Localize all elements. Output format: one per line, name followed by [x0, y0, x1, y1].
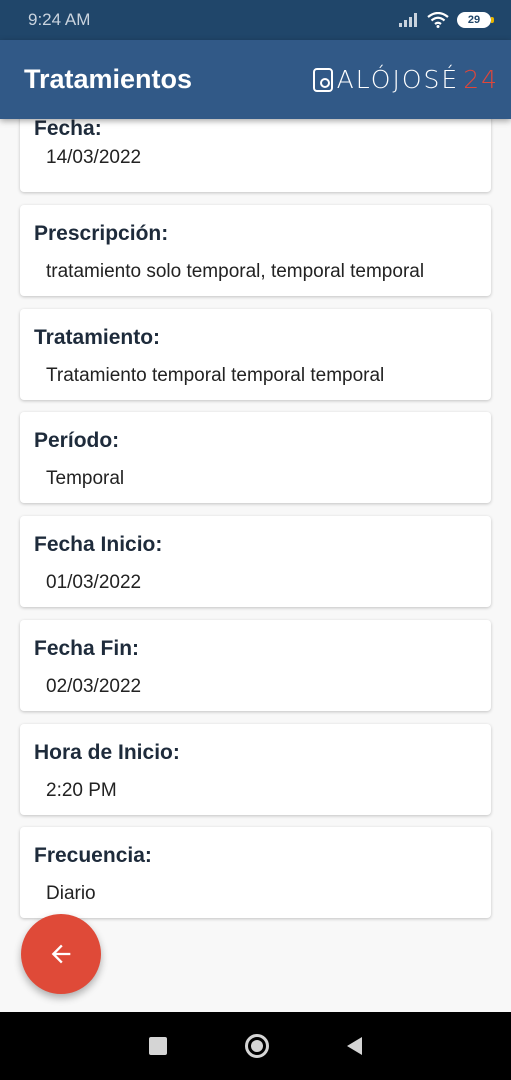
page-title: Tratamientos	[24, 64, 193, 94]
field-label: Fecha:	[34, 119, 102, 140]
field-label: Prescripción:	[34, 222, 169, 245]
field-label: Período:	[34, 429, 120, 452]
field-label: Frecuencia:	[34, 844, 152, 867]
field-card-tratamiento: Tratamiento: Tratamiento temporal tempor…	[20, 309, 491, 400]
brand-accent: 24	[463, 65, 499, 94]
field-card-fecha-inicio: Fecha Inicio: 01/03/2022	[20, 516, 491, 607]
brand-name: ALÓJOSÉ	[336, 65, 460, 94]
field-label: Fecha Inicio:	[34, 533, 163, 556]
app-bar: Tratamientos ALÓJOSÉ 24	[0, 40, 511, 119]
back-button[interactable]	[347, 1037, 362, 1055]
field-card-periodo: Período: Temporal	[20, 412, 491, 503]
battery-icon: 29	[457, 12, 494, 28]
field-value: 01/03/2022	[46, 572, 142, 593]
field-value: Tratamiento temporal temporal temporal	[46, 365, 385, 386]
field-value: 02/03/2022	[46, 676, 142, 697]
field-value: Diario	[46, 883, 96, 904]
field-card-prescripcion: Prescripción: tratamiento solo temporal,…	[20, 205, 491, 296]
system-nav-bar	[0, 1012, 511, 1080]
brand-logo: ALÓJOSÉ 24	[312, 65, 499, 94]
back-fab-button[interactable]	[21, 914, 101, 994]
wifi-icon	[427, 12, 449, 28]
field-card-frecuencia: Frecuencia: Diario	[20, 827, 491, 918]
arrow-left-icon	[51, 944, 71, 964]
field-value: 14/03/2022	[46, 147, 142, 168]
field-value: tratamiento solo temporal, temporal temp…	[46, 261, 425, 282]
field-card-fecha: Fecha: 14/03/2022	[20, 119, 491, 192]
field-card-hora-inicio: Hora de Inicio: 2:20 PM	[20, 724, 491, 815]
signal-icon	[399, 13, 417, 27]
detail-list[interactable]: Fecha: 14/03/2022 Prescripción: tratamie…	[0, 119, 511, 1012]
status-time: 9:24 AM	[28, 10, 91, 29]
status-icons: 29	[399, 12, 494, 28]
recents-button[interactable]	[149, 1037, 167, 1055]
stethoscope-icon	[312, 67, 333, 92]
status-bar: 9:24 AM 29	[0, 0, 511, 40]
field-value: Temporal	[46, 468, 125, 489]
home-button[interactable]	[245, 1034, 269, 1058]
field-card-fecha-fin: Fecha Fin: 02/03/2022	[20, 620, 491, 711]
battery-level: 29	[467, 14, 481, 26]
field-label: Fecha Fin:	[34, 637, 140, 660]
field-label: Hora de Inicio:	[34, 741, 180, 764]
field-value: 2:20 PM	[46, 780, 117, 801]
field-label: Tratamiento:	[34, 326, 161, 349]
